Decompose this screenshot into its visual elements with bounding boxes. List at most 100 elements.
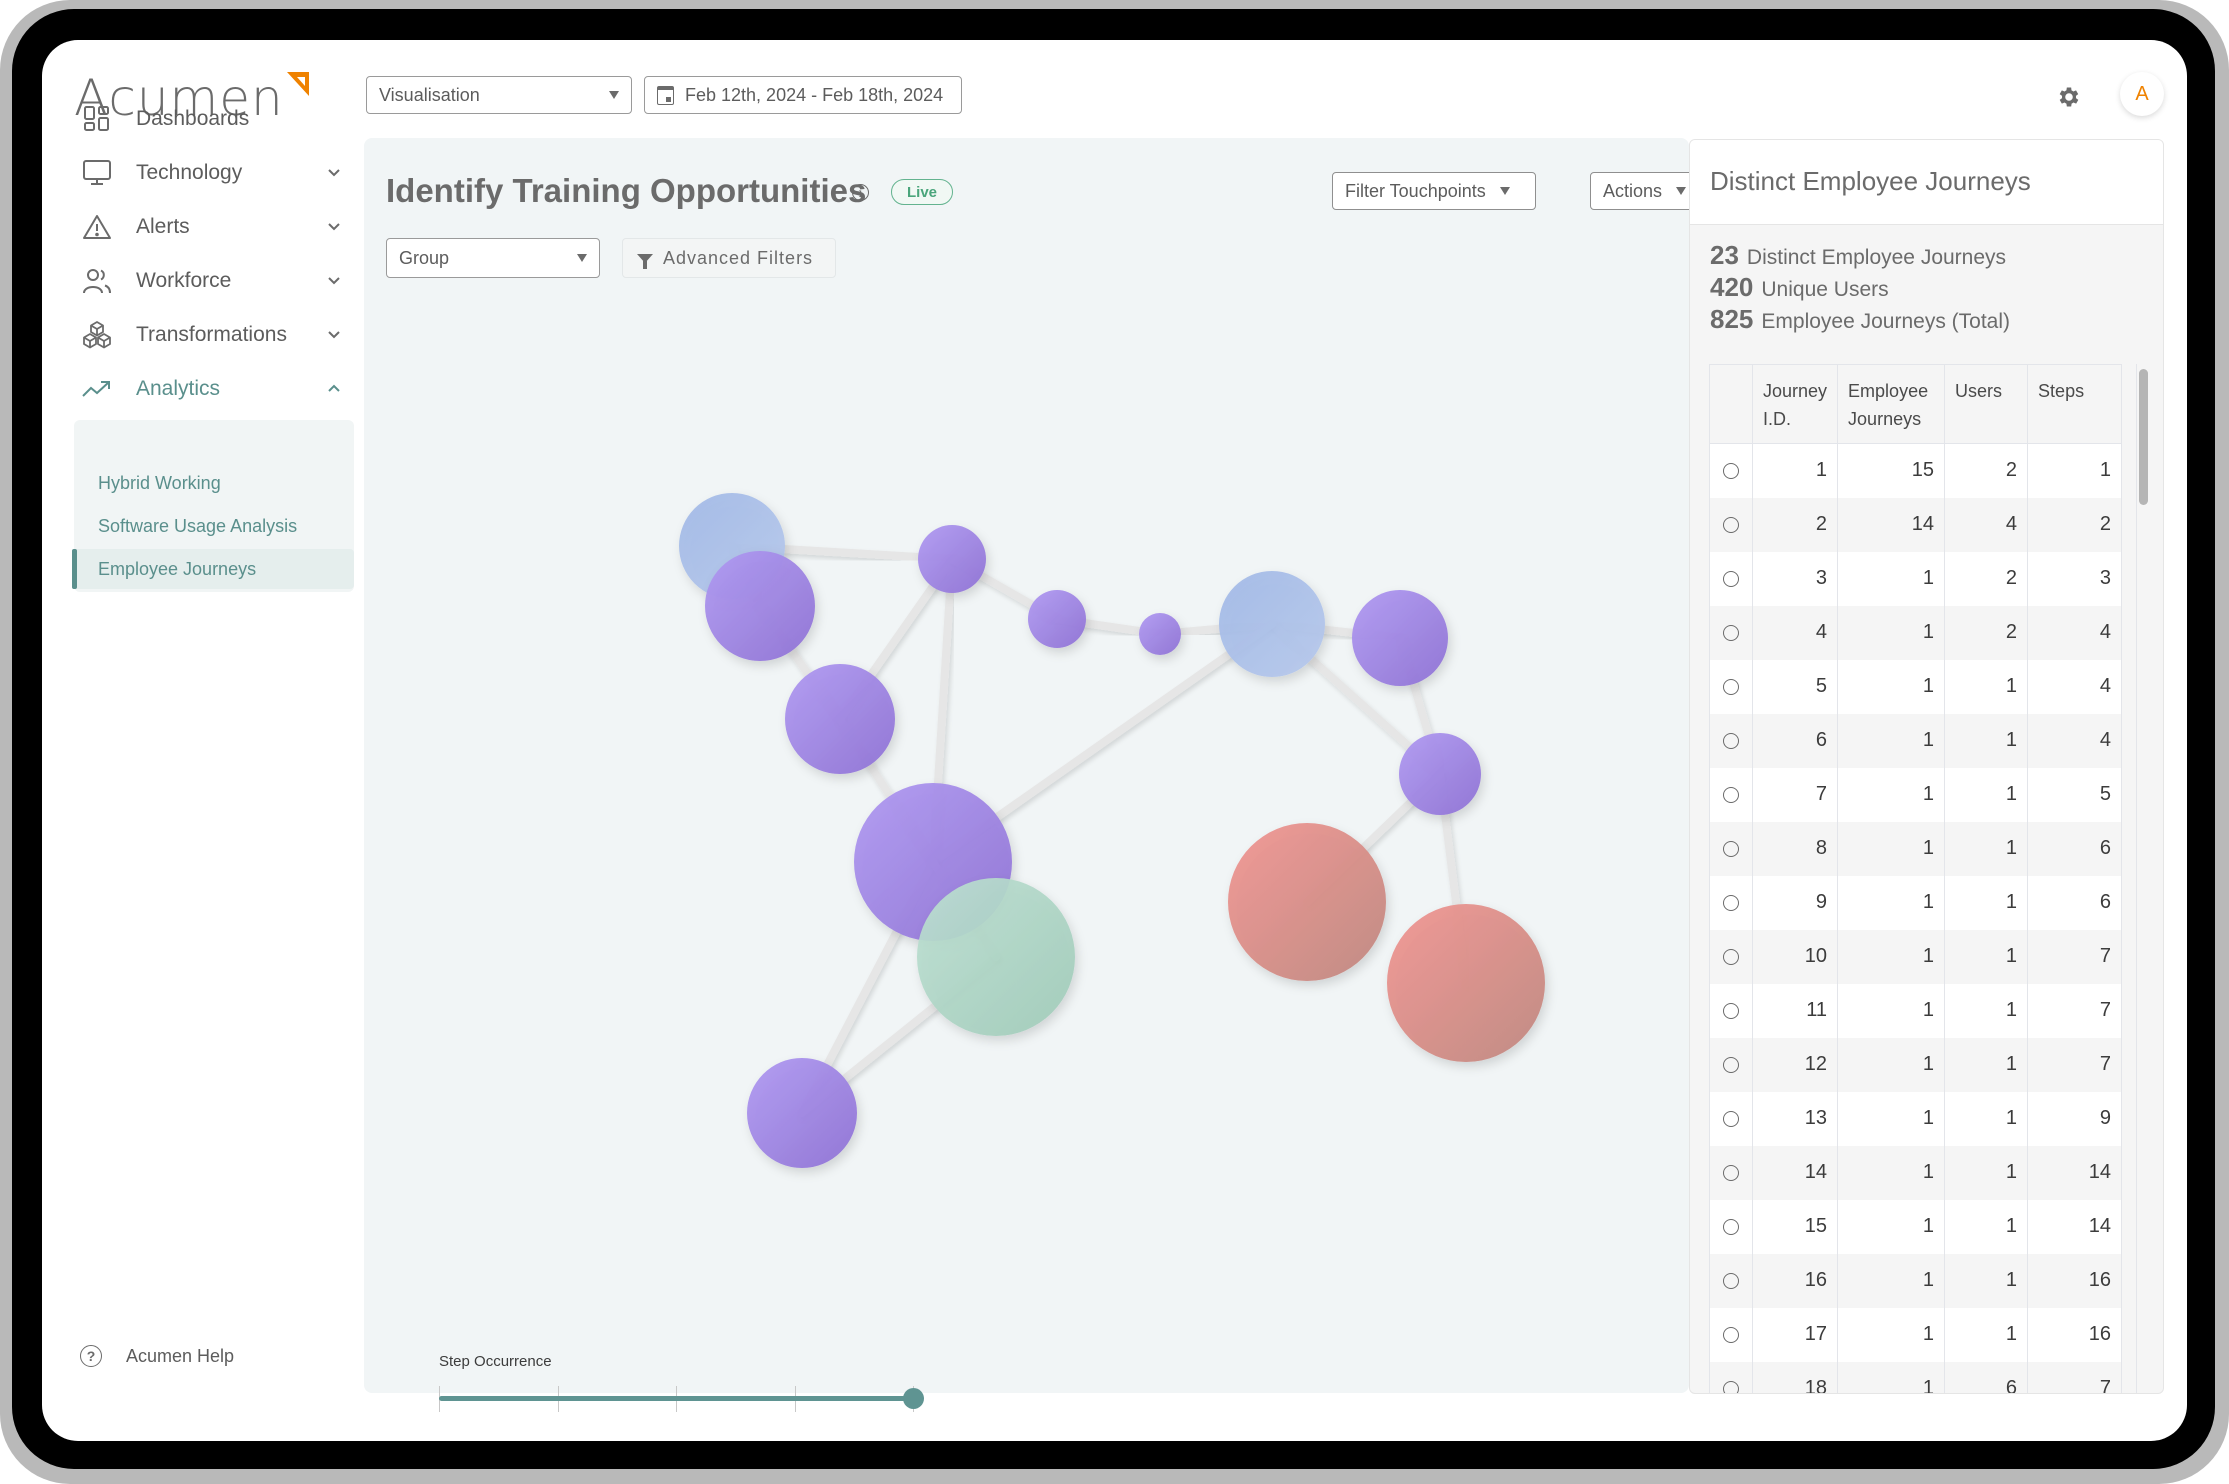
- table-row[interactable]: 14 1 1 14: [1709, 1145, 2122, 1200]
- graph-node-purple[interactable]: [705, 551, 815, 661]
- cell-employee-journeys: 1: [1837, 713, 1946, 768]
- sidebar-subitem-hybrid-working[interactable]: Hybrid Working: [74, 463, 354, 503]
- table-row[interactable]: 4124: [1709, 605, 2122, 660]
- graph-node-red[interactable]: [1228, 823, 1386, 981]
- table-row[interactable]: 10 1 1 7: [1709, 929, 2122, 984]
- sidebar-item-alerts[interactable]: Alerts: [72, 204, 352, 250]
- table-row[interactable]: 1 15 2 1: [1709, 443, 2122, 498]
- cell-journey-id: 10: [1751, 929, 1839, 984]
- info-icon[interactable]: i: [852, 184, 869, 201]
- sidebar-label: Dashboards: [136, 107, 250, 130]
- chevron-down-icon[interactable]: [324, 216, 344, 236]
- chevron-down-icon[interactable]: [324, 324, 344, 344]
- table-row[interactable]: 18 1 6 7: [1709, 1361, 2122, 1393]
- cell-steps: 4: [2027, 713, 2122, 768]
- caret-down-icon: [1676, 187, 1687, 195]
- row-radio[interactable]: [1723, 732, 1739, 749]
- column-header-journey-id[interactable]: Journey I.D.: [1751, 364, 1839, 444]
- table-row[interactable]: 9116: [1709, 875, 2122, 930]
- row-select-cell: [1709, 767, 1753, 822]
- sidebar-subitem-employee-journeys[interactable]: Employee Journeys: [72, 549, 354, 589]
- column-header-employee-journeys[interactable]: Employee Journeys: [1837, 364, 1946, 444]
- chevron-down-icon[interactable]: [324, 270, 344, 290]
- graph-node-green[interactable]: [917, 878, 1075, 1036]
- table-row[interactable]: 5114: [1709, 659, 2122, 714]
- table-row[interactable]: 7115: [1709, 767, 2122, 822]
- cell-employee-journeys: 1: [1837, 1253, 1946, 1308]
- table-scrollbar-thumb[interactable]: [2139, 369, 2148, 505]
- row-radio[interactable]: [1723, 786, 1739, 803]
- graph-node-red[interactable]: [1387, 904, 1545, 1062]
- cell-employee-journeys: 1: [1837, 767, 1946, 822]
- graph-node-purple[interactable]: [1139, 613, 1181, 655]
- advanced-filters-button[interactable]: Advanced Filters: [622, 238, 836, 278]
- cell-journey-id: 1: [1751, 443, 1839, 498]
- step-occurrence-thumb[interactable]: [903, 1388, 924, 1409]
- dashboard-grid-icon: [80, 102, 114, 136]
- row-radio[interactable]: [1723, 462, 1739, 479]
- graph-node-blue[interactable]: [1219, 571, 1325, 677]
- cell-users: 6: [1944, 1361, 2029, 1393]
- table-row[interactable]: 13 1 1 9: [1709, 1091, 2122, 1146]
- filter-touchpoints-button[interactable]: Filter Touchpoints: [1332, 172, 1536, 210]
- sidebar-item-dashboards[interactable]: Dashboards: [72, 96, 352, 142]
- sidebar-subitem-software-usage[interactable]: Software Usage Analysis: [74, 506, 354, 546]
- column-header-users[interactable]: Users: [1944, 364, 2029, 444]
- graph-node-purple[interactable]: [1399, 733, 1481, 815]
- row-radio[interactable]: [1723, 1326, 1739, 1343]
- cell-journey-id: 13: [1751, 1091, 1839, 1146]
- help-link[interactable]: ? Acumen Help: [80, 1345, 234, 1367]
- graph-node-purple[interactable]: [918, 525, 986, 593]
- row-radio[interactable]: [1723, 570, 1739, 587]
- table-row[interactable]: 17 1 1 16: [1709, 1307, 2122, 1362]
- row-radio[interactable]: [1723, 1380, 1739, 1393]
- graph-node-purple[interactable]: [1028, 590, 1086, 648]
- table-scrollbar-track[interactable]: [2136, 364, 2151, 1393]
- row-radio[interactable]: [1723, 894, 1739, 911]
- view-select[interactable]: Visualisation: [366, 76, 632, 114]
- row-radio[interactable]: [1723, 1164, 1739, 1181]
- row-radio[interactable]: [1723, 1272, 1739, 1289]
- table-header-row: Journey I.D. Employee Journeys Users Ste…: [1709, 364, 2122, 444]
- sidebar-item-transformations[interactable]: Transformations: [72, 312, 352, 358]
- table-row[interactable]: 2 14 4 2: [1709, 497, 2122, 552]
- sidebar-item-analytics[interactable]: Analytics: [72, 366, 352, 412]
- row-radio[interactable]: [1723, 1056, 1739, 1073]
- row-radio[interactable]: [1723, 624, 1739, 641]
- graph-node-purple[interactable]: [1352, 590, 1448, 686]
- row-select-cell: [1709, 1037, 1753, 1092]
- user-avatar[interactable]: A: [2120, 72, 2164, 116]
- sidebar-item-technology[interactable]: Technology: [72, 150, 352, 196]
- row-radio[interactable]: [1723, 678, 1739, 695]
- row-radio[interactable]: [1723, 948, 1739, 965]
- caret-down-icon: [609, 91, 619, 99]
- row-radio[interactable]: [1723, 516, 1739, 533]
- chevron-down-icon[interactable]: [324, 162, 344, 182]
- chevron-up-icon[interactable]: [324, 378, 344, 398]
- date-range-picker[interactable]: Feb 12th, 2024 - Feb 18th, 2024: [644, 76, 962, 114]
- graph-node-purple[interactable]: [747, 1058, 857, 1168]
- group-select[interactable]: Group: [386, 238, 600, 278]
- table-row[interactable]: 12 1 1 7: [1709, 1037, 2122, 1092]
- row-radio[interactable]: [1723, 1002, 1739, 1019]
- table-row[interactable]: 16 1 1 16: [1709, 1253, 2122, 1308]
- graph-node-purple[interactable]: [785, 664, 895, 774]
- avatar-initial: A: [2135, 82, 2149, 105]
- step-occurrence-track[interactable]: [439, 1396, 913, 1401]
- cell-journey-id: 4: [1751, 605, 1839, 660]
- journeys-table: Journey I.D. Employee Journeys Users Ste…: [1709, 364, 2122, 1393]
- row-select-cell: [1709, 659, 1753, 714]
- settings-button[interactable]: [2056, 84, 2082, 110]
- row-radio[interactable]: [1723, 1110, 1739, 1127]
- row-radio[interactable]: [1723, 840, 1739, 857]
- table-row[interactable]: 3123: [1709, 551, 2122, 606]
- row-radio[interactable]: [1723, 1218, 1739, 1235]
- filter-touchpoints-label: Filter Touchpoints: [1345, 180, 1486, 201]
- table-row[interactable]: 6114: [1709, 713, 2122, 768]
- sidebar-item-workforce[interactable]: Workforce: [72, 258, 352, 304]
- row-select-cell: [1709, 605, 1753, 660]
- column-header-steps[interactable]: Steps: [2027, 364, 2122, 444]
- table-row[interactable]: 8116: [1709, 821, 2122, 876]
- table-row[interactable]: 11 1 1 7: [1709, 983, 2122, 1038]
- table-row[interactable]: 15 1 1 14: [1709, 1199, 2122, 1254]
